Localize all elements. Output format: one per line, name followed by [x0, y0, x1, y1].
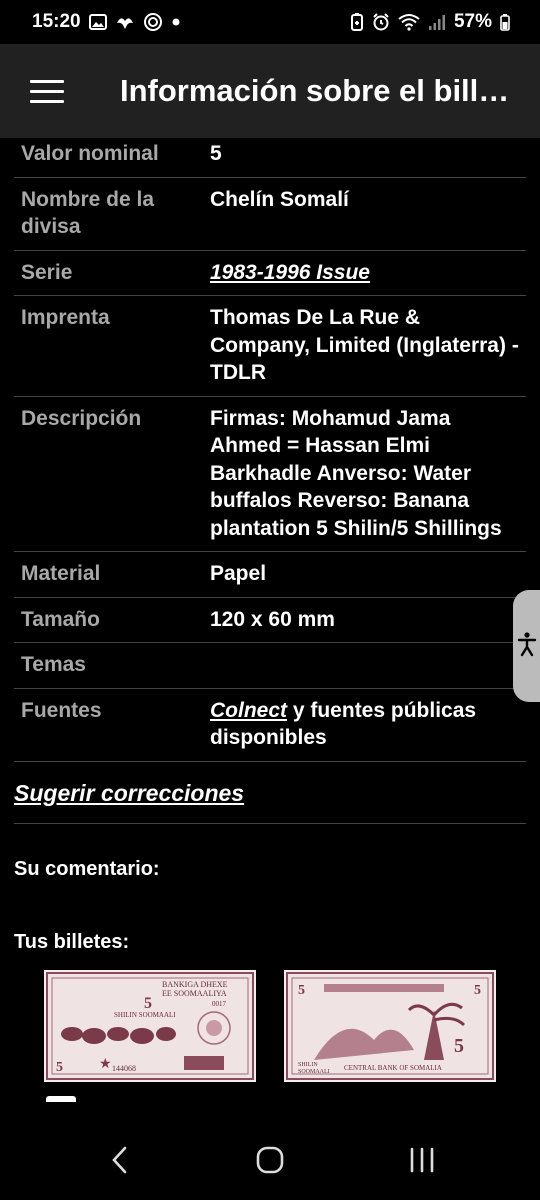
- note-front-line-3: SHILIN SOOMAALI: [114, 1011, 176, 1019]
- suggest-corrections-link[interactable]: Sugerir correcciones: [14, 780, 526, 824]
- detail-value: 120 x 60 mm: [197, 597, 526, 643]
- home-button[interactable]: [240, 1140, 300, 1180]
- detail-row: Serie 1983-1996 Issue: [14, 250, 526, 296]
- note-back-denomination-big: 5: [454, 1035, 464, 1057]
- detail-value: Thomas De La Rue & Company, Limited (Ing…: [197, 295, 526, 397]
- detail-value: [197, 642, 526, 689]
- page-title: Información sobre el bill…: [120, 73, 510, 108]
- detail-key: Serie: [14, 250, 197, 296]
- accessibility-tab[interactable]: [513, 590, 540, 702]
- battery-icon: [500, 13, 510, 31]
- note-back-denomination-right: 5: [474, 983, 481, 998]
- detail-key: Tamaño: [14, 597, 197, 643]
- status-bar: 15:20 57%: [0, 0, 540, 44]
- dot-icon: [171, 17, 181, 27]
- your-banknotes-label: Tus billetes:: [14, 930, 130, 953]
- gallery-icon: [88, 13, 107, 31]
- battery-percentage: 57%: [453, 11, 492, 32]
- note-front-serial: 144068: [112, 1064, 136, 1073]
- detail-row: Tamaño 120 x 60 mm: [14, 597, 526, 643]
- detail-value: 1983-1996 Issue: [197, 250, 526, 296]
- detail-key: Valor nominal: [14, 138, 197, 178]
- svg-text:5: 5: [56, 1060, 63, 1075]
- note-front-serial-top: 0017: [212, 1000, 227, 1008]
- hamburger-menu-button[interactable]: [0, 44, 120, 138]
- detail-row: Material Papel: [14, 551, 526, 598]
- bird-icon: [115, 13, 135, 31]
- home-icon: [256, 1146, 284, 1174]
- colnect-link[interactable]: Colnect: [210, 699, 287, 722]
- back-button[interactable]: [90, 1140, 150, 1180]
- note-back-line-1: SHILIN: [298, 1062, 318, 1068]
- detail-value: Papel: [197, 551, 526, 598]
- recents-button[interactable]: [392, 1140, 452, 1180]
- note-back-denomination-top: 5: [298, 983, 305, 998]
- back-icon: [112, 1146, 127, 1174]
- note-front-line-2: EE SOOMAALIYA: [162, 989, 227, 998]
- note-front-line-1: BANKIGA DHEXE: [162, 980, 228, 989]
- note-back-line-2: SOOMAALI: [298, 1069, 330, 1075]
- detail-value: Chelín Somalí: [197, 177, 526, 251]
- detail-row: Imprenta Thomas De La Rue & Company, Lim…: [14, 295, 526, 397]
- banknote-back-image[interactable]: 5 5 5 SHILIN SOOMAALI CENTRAL BANK OF SO…: [284, 969, 496, 1082]
- detail-key: Nombre de la divisa: [14, 177, 197, 251]
- note-back-line-3: CENTRAL BANK OF SOMALIA: [344, 1064, 442, 1072]
- app-bar: Información sobre el bill…: [0, 44, 540, 138]
- status-time: 15:20: [32, 11, 81, 32]
- battery-saver-icon: [350, 13, 364, 31]
- navigation-bar: [0, 1118, 540, 1200]
- series-link[interactable]: 1983-1996 Issue: [210, 261, 370, 284]
- detail-row: Descripción Firmas: Mohamud Jama Ahmed =…: [14, 396, 526, 552]
- detail-key: Imprenta: [14, 295, 197, 397]
- signal-app-icon: [143, 12, 163, 32]
- detail-row: Nombre de la divisa Chelín Somalí: [14, 177, 526, 251]
- hamburger-menu-icon: [30, 73, 64, 110]
- detail-row: Temas: [14, 642, 526, 689]
- recents-icon: [410, 1147, 434, 1173]
- svg-text:★: ★: [99, 1057, 112, 1072]
- detail-key: Fuentes: [14, 688, 197, 762]
- detail-key: Descripción: [14, 396, 197, 552]
- note-front-denomination: 5: [144, 995, 152, 1012]
- alarm-icon: [372, 13, 390, 31]
- detail-value: Colnect y fuentes públicas disponibles: [197, 688, 526, 762]
- detail-key: Material: [14, 551, 197, 598]
- comment-label: Su comentario:: [14, 857, 160, 880]
- accessibility-icon: [517, 631, 537, 662]
- detail-value: Firmas: Mohamud Jama Ahmed = Hassan Elmi…: [197, 396, 526, 552]
- wifi-icon: [398, 13, 420, 31]
- detail-key: Temas: [14, 642, 197, 689]
- content-area[interactable]: Valor nominal 5 Nombre de la divisa Chel…: [0, 138, 540, 1118]
- signal-icon: [428, 13, 446, 31]
- banknote-gallery: BANKIGA DHEXE EE SOOMAALIYA 5 SHILIN SOO…: [0, 954, 540, 1104]
- detail-row: Valor nominal 5: [14, 138, 526, 178]
- scroll-hint: [46, 1095, 76, 1102]
- detail-row: Fuentes Colnect y fuentes públicas dispo…: [14, 688, 526, 762]
- banknote-details-table: Valor nominal 5 Nombre de la divisa Chel…: [14, 138, 526, 762]
- banknote-front-image[interactable]: BANKIGA DHEXE EE SOOMAALIYA 5 SHILIN SOO…: [44, 969, 256, 1082]
- detail-value: 5: [197, 138, 526, 178]
